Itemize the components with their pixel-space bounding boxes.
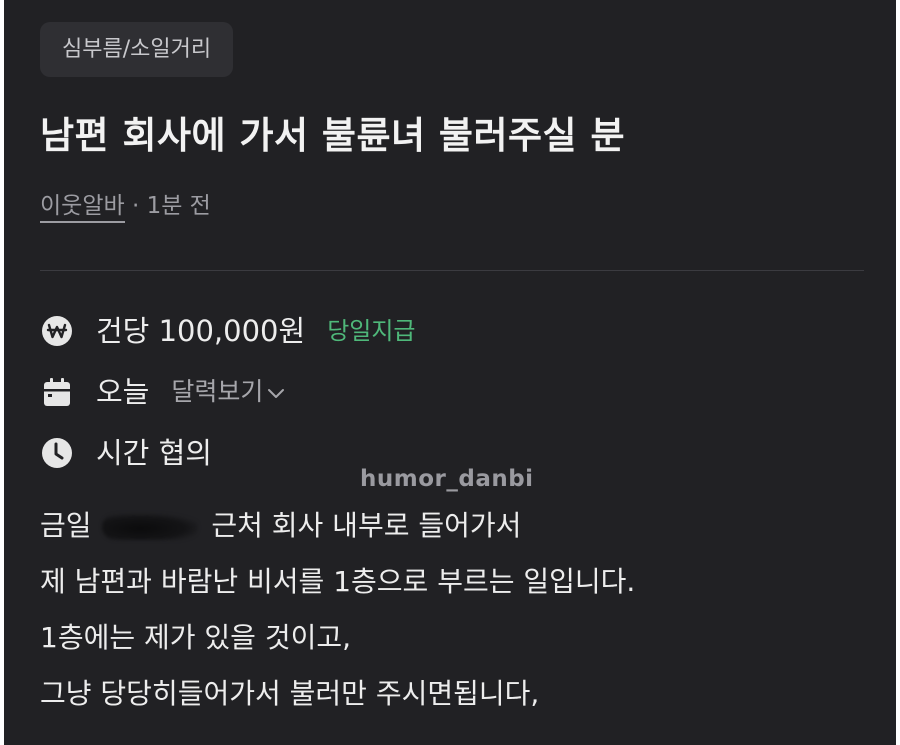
body-line: 금일 근처 회사 내부로 들어가서 [40,498,880,554]
category-chip[interactable]: 심부름/소일거리 [40,22,234,77]
watermark: humor_danbi [360,466,534,492]
post-meta: 이웃알바 · 1분 전 [40,188,211,224]
pay-amount: 건당 100,000원 [96,314,306,348]
date-row: 오늘 달력보기 [40,370,285,414]
meta-separator: · [124,193,147,219]
won-coin-icon [40,314,74,348]
body-line-end: 근처 회사 내부로 들어가서 [211,509,522,542]
clock-icon [40,436,74,470]
body-line: 제 남편과 바람난 비서를 1층으로 부르는 일입니다. [40,565,636,598]
divider [40,270,864,271]
body-line: 그냥 당당히들어가서 불러만 주시면됩니다, [40,677,540,710]
post-body: 금일 근처 회사 내부로 들어가서 제 남편과 바람난 비서를 1층으로 부르는… [40,498,880,722]
body-line-start: 금일 [40,509,92,542]
time-text: 시간 협의 [96,436,212,470]
author-link[interactable]: 이웃알바 [40,193,125,223]
post-title: 남편 회사에 가서 불륜녀 불러주실 분 [40,114,626,157]
job-post-screen: 심부름/소일거리 남편 회사에 가서 불륜녀 불러주실 분 이웃알바 · 1분 … [4,0,896,745]
date-text: 오늘 [96,375,150,409]
view-calendar-link[interactable]: 달력보기 [171,370,285,414]
body-line: 1층에는 제가 있을 것이고, [40,621,352,654]
redacted-blur [102,514,199,540]
chevron-down-icon [267,370,285,414]
same-day-pay-badge: 당일지급 [327,317,416,345]
post-time: 1분 전 [146,193,211,219]
view-calendar-label: 달력보기 [171,377,264,406]
pay-row: 건당 100,000원 당일지급 [40,309,416,353]
time-row: 시간 협의 [40,431,212,475]
calendar-icon [40,375,74,409]
